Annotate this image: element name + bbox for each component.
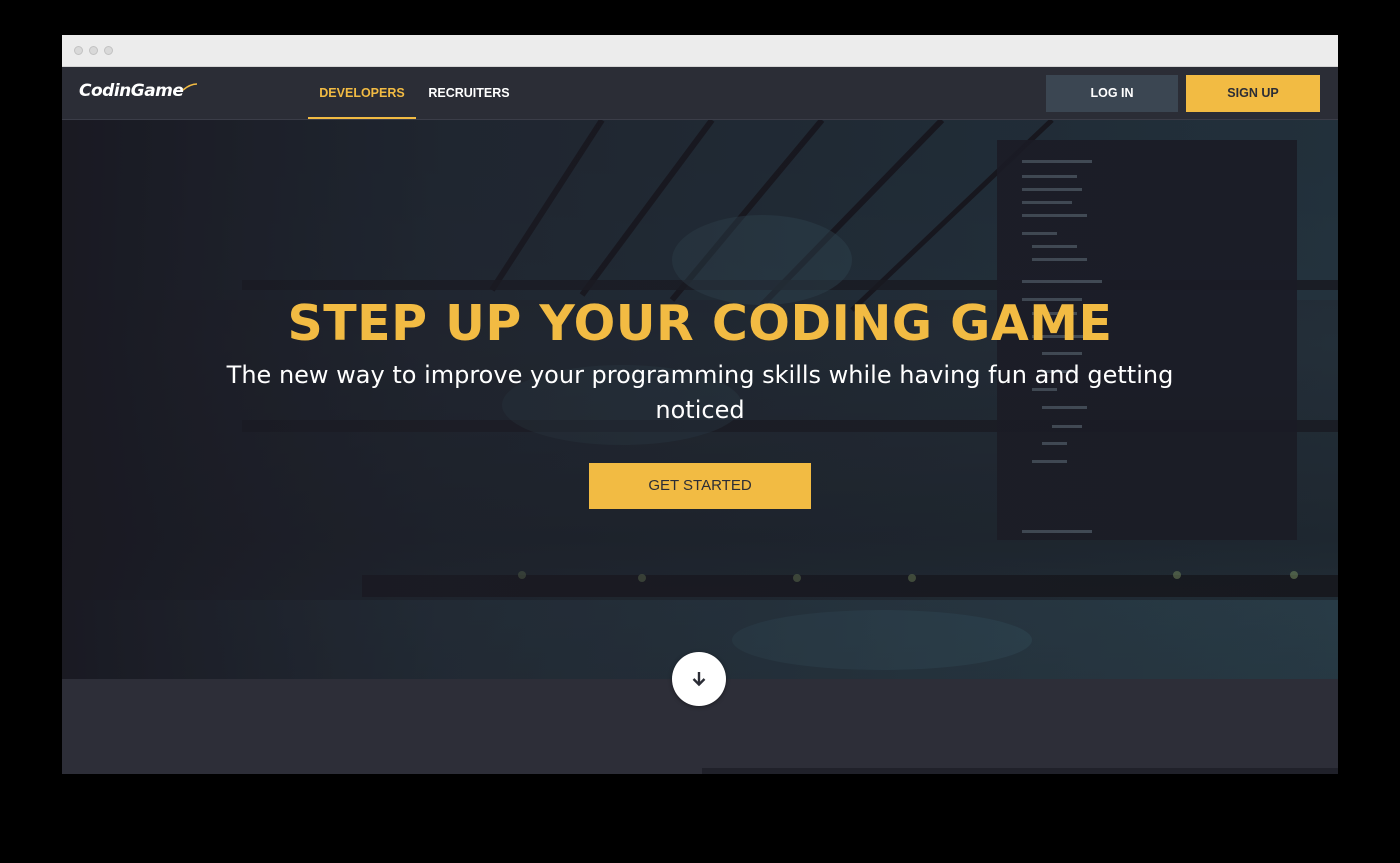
login-button[interactable]: LOG IN xyxy=(1046,75,1178,112)
zoom-window-icon[interactable] xyxy=(104,46,113,55)
hero-subtitle: The new way to improve your programming … xyxy=(226,361,1174,424)
hero-title: STEP UP YOUR CODING GAME xyxy=(287,295,1113,352)
signup-button[interactable]: SIGN UP xyxy=(1186,75,1320,112)
get-started-button[interactable]: GET STARTED xyxy=(589,463,811,509)
arrow-down-icon xyxy=(692,672,706,687)
tab-developers-label: DEVELOPERS xyxy=(319,86,405,100)
logo-text: CodinGame xyxy=(79,81,184,101)
window-titlebar xyxy=(62,35,1338,67)
hero-section: STEP UP YOUR CODING GAME The new way to … xyxy=(62,120,1338,679)
login-button-label: LOG IN xyxy=(1090,86,1134,100)
signup-button-label: SIGN UP xyxy=(1227,86,1279,100)
tab-recruiters-label: RECRUITERS xyxy=(428,86,510,100)
browser-window: CodinGame DEVELOPERS RECRUITERS LOG IN S… xyxy=(62,35,1338,774)
minimize-window-icon[interactable] xyxy=(89,46,98,55)
codingame-logo[interactable]: CodinGame xyxy=(79,81,184,101)
close-window-icon[interactable] xyxy=(74,46,83,55)
logo-swoosh-icon xyxy=(182,83,198,91)
tab-recruiters[interactable]: RECRUITERS xyxy=(424,67,514,119)
bottom-divider xyxy=(702,768,1338,774)
scroll-down-button[interactable] xyxy=(672,652,726,706)
get-started-label: GET STARTED xyxy=(648,477,752,494)
tab-developers[interactable]: DEVELOPERS xyxy=(308,67,416,119)
